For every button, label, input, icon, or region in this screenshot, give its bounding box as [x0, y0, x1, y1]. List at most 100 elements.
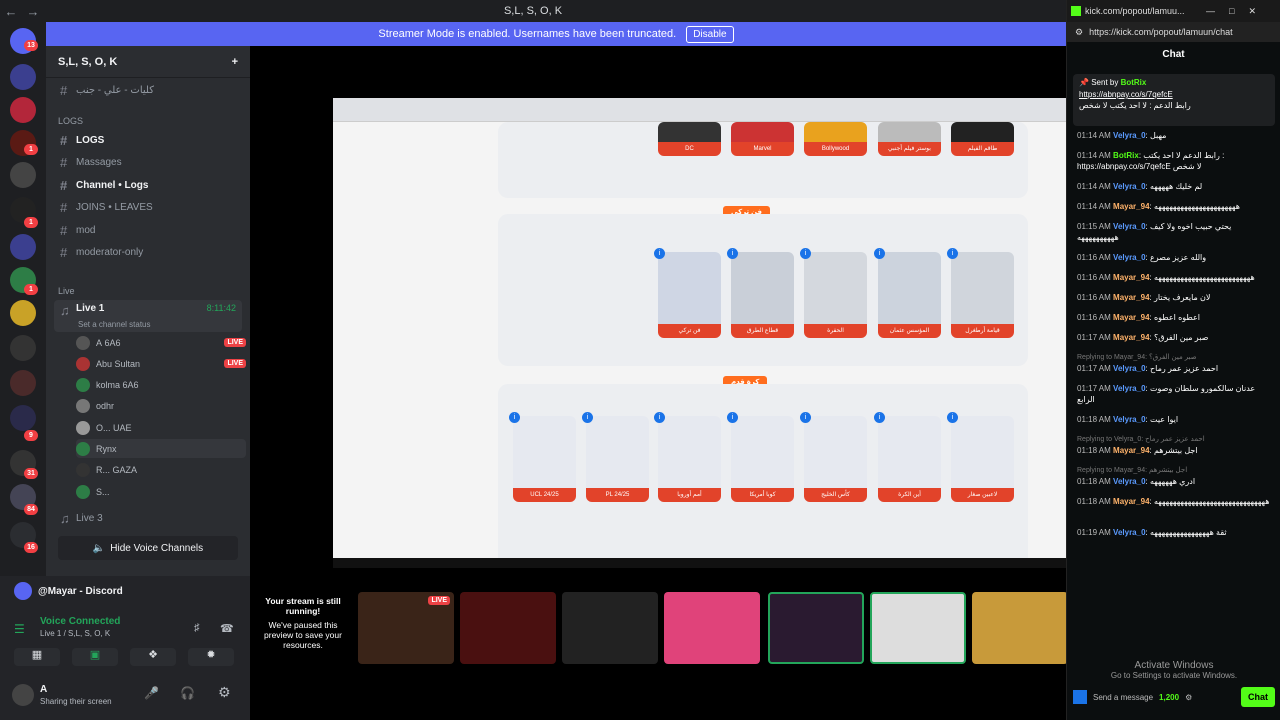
category-card[interactable]: كوبا أمريكا i	[727, 412, 794, 502]
voice-user[interactable]: kolma 6A6	[76, 375, 246, 394]
server-icon[interactable]	[10, 97, 36, 123]
server-icon[interactable]	[10, 300, 36, 326]
category-card[interactable]: أين الكرة i	[874, 412, 941, 502]
chat-send-button[interactable]: Chat	[1241, 687, 1275, 707]
channel-item[interactable]: # كليات - علي - جنب	[54, 80, 242, 100]
voice-user[interactable]: odhr	[76, 396, 246, 415]
voice-user[interactable]: Rynx	[76, 439, 246, 458]
voice-user[interactable]: Abu Sultan LIVE	[76, 354, 246, 373]
message-user[interactable]: Velyra_0	[1113, 384, 1145, 393]
message-user[interactable]: Velyra_0	[1113, 131, 1145, 140]
pinned-link[interactable]: https://abnpay.co/s/7qefcE	[1079, 90, 1269, 99]
info-icon[interactable]: i	[727, 248, 738, 259]
info-icon[interactable]: i	[727, 412, 738, 423]
disconnect-icon[interactable]: ☎	[220, 622, 234, 635]
site-info-icon[interactable]: ⚙	[1075, 27, 1083, 38]
category-card[interactable]: قطاع الطرق i	[727, 248, 794, 338]
category-card[interactable]: كأس الخليج i	[800, 412, 867, 502]
server-header[interactable]: S,L, S, O, K +	[46, 46, 250, 78]
channel-item[interactable]: # LOGS	[54, 130, 242, 150]
camera-button[interactable]: ▦	[14, 648, 60, 666]
stream-thumbnail[interactable]	[972, 592, 1068, 664]
avatar[interactable]	[12, 684, 34, 706]
info-icon[interactable]: i	[874, 248, 885, 259]
info-icon[interactable]: i	[800, 248, 811, 259]
settings-gear-icon[interactable]: ⚙	[1185, 693, 1192, 702]
category-card[interactable]: المؤسس عثمان i	[874, 248, 941, 338]
noise-suppression-icon[interactable]: ♯	[194, 622, 200, 634]
channel-status[interactable]: Set a channel status	[78, 320, 151, 329]
server-icon[interactable]	[10, 405, 36, 431]
message-user[interactable]: BotRix	[1113, 151, 1139, 160]
server-icon[interactable]	[10, 234, 36, 260]
message-user[interactable]: Velyra_0	[1113, 415, 1145, 424]
info-icon[interactable]: i	[654, 412, 665, 423]
channel-item[interactable]: # moderator-only	[54, 242, 242, 262]
category-card[interactable]: UCL 24/25 i	[509, 412, 576, 502]
voice-user[interactable]: A 6A6 LIVE	[76, 333, 246, 352]
hide-voice-channels-button[interactable]: 🔈 Hide Voice Channels	[58, 536, 238, 560]
soundboard-button[interactable]: ✹	[188, 648, 234, 666]
server-icon[interactable]	[10, 370, 36, 396]
info-icon[interactable]: i	[654, 248, 665, 259]
category-card[interactable]: قيامة أرطغرل i	[947, 248, 1014, 338]
message-user[interactable]: Velyra_0	[1113, 222, 1145, 231]
message-user[interactable]: Mayar_94	[1113, 333, 1149, 342]
add-user-icon[interactable]: +	[232, 56, 238, 68]
forward-button[interactable]: →	[22, 4, 44, 19]
message-user[interactable]: Velyra_0	[1113, 364, 1145, 373]
voice-user[interactable]: R... GAZA	[76, 460, 246, 479]
info-icon[interactable]: i	[582, 412, 593, 423]
voice-channel-live-3[interactable]: ♫ Live 3	[54, 508, 242, 528]
voice-user[interactable]: O... UAE	[76, 418, 246, 437]
category-live[interactable]: Live	[58, 286, 75, 296]
category-logs[interactable]: LOGS	[58, 116, 83, 126]
stream-thumbnail[interactable]	[870, 592, 966, 664]
channel-points[interactable]: 1,200	[1159, 693, 1179, 702]
message-user[interactable]: Mayar_94	[1113, 446, 1149, 455]
stream-thumbnail[interactable]: LIVE	[358, 592, 454, 664]
server-icon[interactable]	[10, 335, 36, 361]
voice-connected-label[interactable]: Voice Connected	[40, 616, 120, 627]
channel-item[interactable]: # Channel • Logs	[54, 175, 242, 195]
screen-share-button[interactable]: ▣	[72, 648, 118, 666]
category-card[interactable]: فن تركي i	[654, 248, 721, 338]
category-card[interactable]: PL 24/25 i	[582, 412, 649, 502]
message-user[interactable]: Mayar_94	[1113, 202, 1149, 211]
stream-thumbnail[interactable]	[768, 592, 864, 664]
stream-thumbnail[interactable]	[562, 592, 658, 664]
stream-thumbnail[interactable]	[460, 592, 556, 664]
channel-item[interactable]: # Massages	[54, 152, 242, 172]
category-card[interactable]: لاعبين صغار i	[947, 412, 1014, 502]
message-user[interactable]: Velyra_0	[1113, 528, 1145, 537]
message-user[interactable]: Mayar_94	[1113, 293, 1149, 302]
info-icon[interactable]: i	[947, 248, 958, 259]
settings-gear-icon[interactable]: ⚙	[218, 684, 231, 701]
message-user[interactable]: Mayar_94	[1113, 273, 1149, 282]
pinned-user: BotRix	[1120, 78, 1147, 87]
microphone-icon[interactable]: 🎤	[144, 686, 159, 700]
server-icon[interactable]	[10, 162, 36, 188]
message-user[interactable]: Velyra_0	[1113, 477, 1145, 486]
message-user[interactable]: Mayar_94	[1113, 313, 1149, 322]
stream-thumbnail[interactable]	[664, 592, 760, 664]
message-user[interactable]: Velyra_0	[1113, 182, 1145, 191]
server-icon[interactable]	[10, 64, 36, 90]
disable-button[interactable]: Disable	[686, 25, 734, 43]
activities-button[interactable]: ❖	[130, 648, 176, 666]
info-icon[interactable]: i	[874, 412, 885, 423]
category-card[interactable]: أمم أوروبا i	[654, 412, 721, 502]
window-controls[interactable]: —□✕	[1206, 6, 1270, 17]
chat-input[interactable]: Send a message	[1093, 693, 1153, 702]
info-icon[interactable]: i	[800, 412, 811, 423]
channel-item[interactable]: # mod	[54, 220, 242, 240]
message-user[interactable]: Mayar_94	[1113, 497, 1149, 506]
headphones-icon[interactable]: 🎧	[180, 686, 195, 700]
voice-user[interactable]: S...	[76, 482, 246, 501]
channel-item[interactable]: # JOINS • LEAVES	[54, 197, 242, 217]
info-icon[interactable]: i	[509, 412, 520, 423]
category-card[interactable]: الحفرة i	[800, 248, 867, 338]
message-user[interactable]: Velyra_0	[1113, 253, 1145, 262]
info-icon[interactable]: i	[947, 412, 958, 423]
back-button[interactable]: ←	[0, 4, 22, 19]
